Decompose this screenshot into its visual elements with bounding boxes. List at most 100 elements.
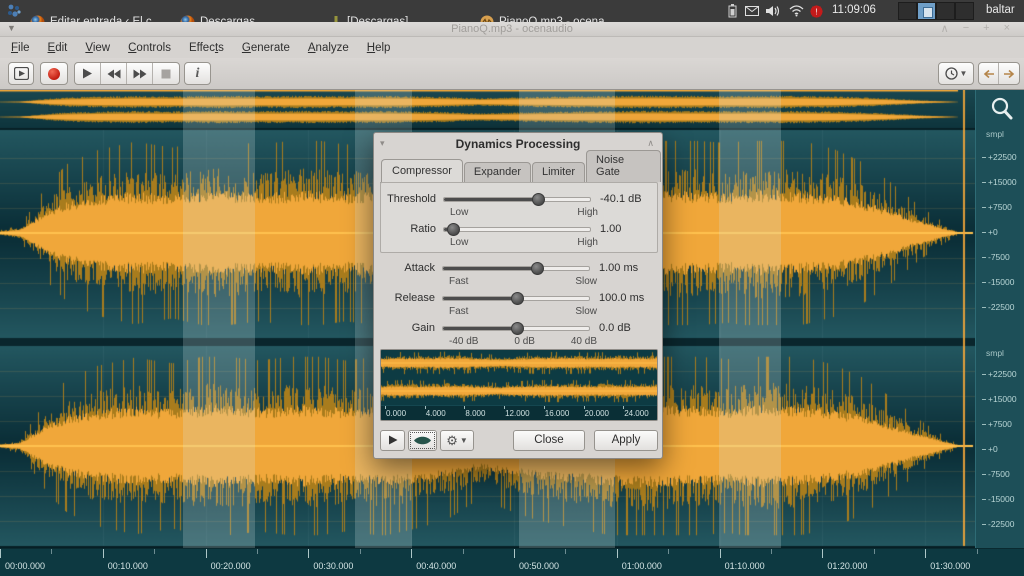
selection-band[interactable] [183, 90, 255, 548]
tab-noise-gate[interactable]: Noise Gate [586, 150, 661, 182]
release-slider[interactable] [442, 290, 590, 306]
dialog-tabs: CompressorExpanderLimiterNoise Gate [381, 159, 662, 182]
slider-knob[interactable] [511, 322, 524, 335]
tab-compressor[interactable]: Compressor [381, 159, 463, 182]
amplitude-ruler[interactable]: smpl+22500+15000+7500+0-7500-15000-22500… [975, 90, 1024, 548]
slider-knob[interactable] [511, 292, 524, 305]
zoom-tool-icon[interactable] [988, 95, 1016, 123]
ruler-tick-label: +7500 [982, 202, 1012, 212]
slider-sublabels: Fast Slow [449, 306, 597, 318]
slider-sublabel: Fast [449, 306, 468, 318]
slider-fill [444, 198, 540, 201]
attack-slider[interactable] [442, 260, 590, 276]
menu-help[interactable]: Help [358, 40, 400, 56]
redo-forward-button[interactable] [999, 63, 1019, 84]
preview-waveform-button[interactable] [408, 430, 437, 451]
tab-expander[interactable]: Expander [464, 162, 531, 182]
timeline-label: 00:50.000 [519, 561, 559, 571]
slider-track [443, 227, 591, 232]
menu-controls[interactable]: Controls [119, 40, 180, 56]
preview-canvas[interactable] [381, 350, 657, 406]
mail-icon[interactable] [744, 3, 760, 19]
timeline-minor-tick [360, 549, 361, 554]
taskbar: Editar entrada ‹ El chalé de ...Descarga… [0, 0, 1024, 22]
username-menu[interactable]: baltar [986, 4, 1015, 16]
slider-value: 0.0 dB [590, 322, 631, 334]
menu-edit[interactable]: Edit [39, 40, 77, 56]
close-window-button[interactable]: × [1004, 22, 1010, 35]
menu-view[interactable]: View [76, 40, 119, 56]
threshold-slider[interactable] [443, 191, 591, 207]
preview-tick-label: 4.000 [426, 409, 446, 418]
preview-tick-label: 0.000 [386, 409, 406, 418]
tab-limiter[interactable]: Limiter [532, 162, 585, 182]
play-button[interactable] [75, 63, 101, 84]
updates-icon[interactable]: ! [808, 3, 824, 19]
slider-sublabel: Slow [575, 306, 597, 318]
slider-fill [443, 297, 517, 300]
timeline-minor-tick [51, 549, 52, 554]
slider-line: Threshold-40.1 dB [381, 191, 659, 207]
battery-icon[interactable] [724, 3, 740, 19]
timeline-minor-tick [874, 549, 875, 554]
rewind-button[interactable] [101, 63, 127, 84]
ruler-tick-label: +22500 [982, 369, 1017, 379]
ratio-slider[interactable] [443, 221, 591, 237]
menu-generate[interactable]: Generate [233, 40, 299, 56]
window-title: PianoQ.mp3 - ocenaudio [0, 23, 1024, 35]
timeline-ruler[interactable]: 00:00.00000:10.00000:20.00000:30.00000:4… [0, 548, 1024, 576]
ruler-tick-label: +0 [982, 444, 998, 454]
timeline-minor-tick [771, 549, 772, 554]
slider-knob[interactable] [532, 193, 545, 206]
slider-line: Gain0.0 dB [380, 320, 658, 336]
preview-play-button[interactable] [380, 430, 405, 451]
workspace-3[interactable] [936, 2, 955, 20]
menu-file[interactable]: File [2, 40, 39, 56]
workspace-4[interactable] [955, 2, 974, 20]
slider-label: Threshold [381, 193, 443, 205]
timeline-major-tick [206, 549, 207, 558]
preview-settings-button[interactable]: ⚙▼ [440, 430, 474, 451]
gain-slider[interactable] [442, 320, 590, 336]
slider-fill [443, 267, 539, 270]
minimize-button[interactable]: − [963, 22, 969, 35]
slider-sublabels: -40 dB0 dB40 dB [449, 336, 597, 348]
fast-forward-button[interactable] [127, 63, 153, 84]
shade-button[interactable]: ∧ [941, 22, 949, 35]
record-button[interactable] [40, 62, 68, 85]
timeline-label: 00:40.000 [416, 561, 456, 571]
slider-sublabel: Low [450, 237, 468, 249]
info-button[interactable]: i [184, 62, 211, 85]
menu-analyze[interactable]: Analyze [299, 40, 358, 56]
slider-sublabels: FastSlow [449, 276, 597, 288]
slider-knob[interactable] [531, 262, 544, 275]
slider-sublabel: 0 dB [514, 336, 535, 348]
maximize-button[interactable]: + [983, 22, 989, 35]
workspace-2[interactable] [917, 2, 936, 20]
preview-waveform[interactable]: 0.0004.0008.00012.00016.00020.00024.000 [380, 349, 658, 421]
slider-line: Attack1.00 ms [380, 260, 658, 276]
slider-sublabel: -40 dB [449, 336, 478, 348]
menu-effects[interactable]: Effects [180, 40, 233, 56]
timeline-label: 00:10.000 [108, 561, 148, 571]
apply-button[interactable]: Apply [594, 430, 658, 451]
selection-band[interactable] [719, 90, 781, 548]
slider-line: Ratio1.00 [381, 221, 659, 237]
slider-row-release: Release100.0 msFastSlow [380, 290, 658, 320]
play-options-button[interactable] [8, 62, 34, 85]
ruler-unit-label: smpl [986, 348, 1004, 358]
undo-back-button[interactable] [979, 63, 999, 84]
slider-knob[interactable] [447, 223, 460, 236]
time-format-button[interactable]: ▼ [938, 62, 974, 85]
app-menu-icon[interactable] [6, 3, 22, 19]
close-button[interactable]: Close [513, 430, 585, 451]
stop-button[interactable] [153, 63, 179, 84]
workspace-1[interactable] [898, 2, 917, 20]
slider-row-attack: Attack1.00 msFastSlow [380, 260, 658, 290]
workspace-pager[interactable] [898, 2, 974, 20]
volume-tray-icon[interactable] [765, 3, 781, 19]
slider-sublabel: High [577, 237, 598, 249]
wifi-icon[interactable] [788, 3, 804, 19]
slider-row-threshold: Threshold-40.1 dBLowHigh [381, 191, 659, 221]
dialog-collapse-right-icon[interactable]: ∧ [647, 138, 654, 149]
